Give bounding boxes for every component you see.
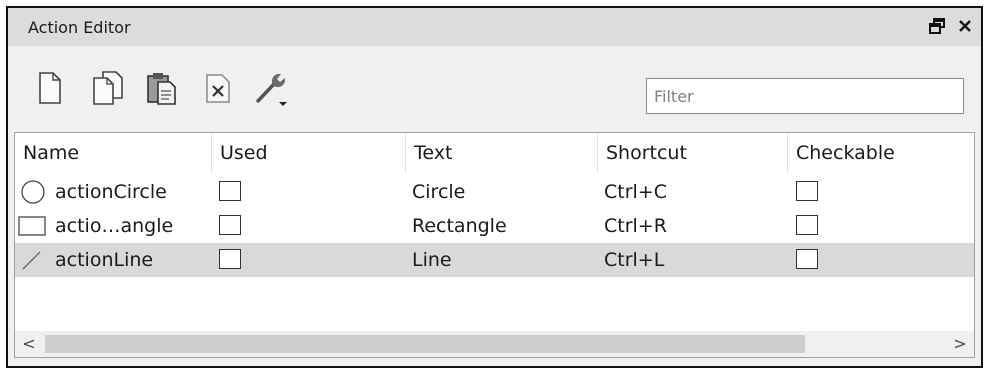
title-bar: Action Editor: [8, 8, 981, 47]
action-shortcut: Ctrl+L: [604, 249, 665, 271]
scroll-right-arrow[interactable]: >: [948, 331, 972, 357]
copy-action-icon[interactable]: [88, 68, 128, 108]
action-shortcut: Ctrl+R: [604, 215, 667, 237]
table-row[interactable]: actio…angle Rectangle Ctrl+R: [15, 209, 974, 243]
table-row[interactable]: actionCircle Circle Ctrl+C: [15, 175, 974, 209]
new-action-icon[interactable]: [30, 68, 70, 108]
used-checkbox[interactable]: [219, 249, 241, 269]
filter-input[interactable]: [646, 78, 964, 114]
action-name: actionCircle: [55, 181, 167, 203]
column-header-shortcut[interactable]: Shortcut: [597, 133, 787, 173]
window-title: Action Editor: [28, 18, 131, 37]
column-header-used[interactable]: Used: [211, 133, 405, 173]
rectangle-icon: [18, 216, 46, 236]
title-buttons: [927, 15, 975, 37]
paste-action-icon[interactable]: [142, 68, 182, 108]
horizontal-scrollbar[interactable]: < >: [15, 331, 974, 357]
scrollbar-thumb[interactable]: [45, 335, 805, 353]
table-row-selected[interactable]: actionLine Line Ctrl+L: [15, 243, 974, 277]
checkable-checkbox[interactable]: [796, 181, 818, 201]
used-checkbox[interactable]: [219, 181, 241, 201]
action-shortcut: Ctrl+C: [604, 181, 667, 203]
action-text: Line: [412, 249, 452, 271]
action-name: actionLine: [55, 249, 154, 271]
line-icon: [22, 251, 41, 270]
column-header-name[interactable]: Name: [15, 133, 211, 173]
float-icon[interactable]: [927, 15, 947, 37]
checkable-checkbox[interactable]: [796, 215, 818, 235]
actions-table: Name Used Text Shortcut Checkable action…: [14, 132, 975, 358]
action-editor-panel: Action Editor Filter Name Used Text Shor…: [6, 6, 983, 368]
scroll-left-arrow[interactable]: <: [17, 331, 41, 357]
close-icon[interactable]: [955, 15, 975, 37]
configure-icon[interactable]: [252, 68, 292, 108]
used-checkbox[interactable]: [219, 215, 241, 235]
action-text: Rectangle: [412, 215, 507, 237]
circle-icon: [21, 180, 45, 204]
checkable-checkbox[interactable]: [796, 249, 818, 269]
column-header-text[interactable]: Text: [405, 133, 597, 173]
toolbar: [8, 46, 981, 130]
delete-action-icon[interactable]: [198, 68, 238, 108]
column-header-checkable[interactable]: Checkable: [787, 133, 974, 173]
action-text: Circle: [412, 181, 466, 203]
table-header: Name Used Text Shortcut Checkable: [15, 133, 974, 173]
action-name: actio…angle: [55, 215, 174, 237]
